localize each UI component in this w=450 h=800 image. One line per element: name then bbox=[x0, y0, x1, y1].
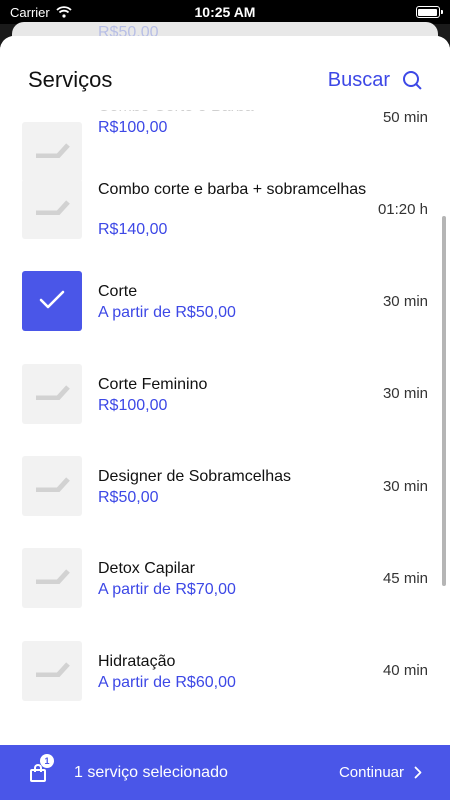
service-name: Designer de Sobramcelhas bbox=[98, 468, 291, 485]
continue-label: Continuar bbox=[338, 764, 404, 781]
cart-badge: 1 bbox=[40, 753, 54, 768]
service-row[interactable]: Combo corte e barba + sobramcelhas R$140… bbox=[0, 179, 450, 259]
service-price: A partir de R$70,00 bbox=[98, 581, 236, 598]
service-name: Corte Feminino bbox=[98, 376, 208, 393]
status-time: 10:25 AM bbox=[194, 4, 256, 20]
status-bar: Carrier 10:25 AM bbox=[0, 0, 450, 24]
services-sheet: Combo Corte e Barba R$100,00 50 min Comb… bbox=[0, 36, 450, 800]
service-duration: 30 min bbox=[382, 293, 428, 310]
service-duration: 01:20 h bbox=[377, 201, 428, 218]
service-row[interactable]: Combo Corte e Barba R$100,00 50 min bbox=[0, 98, 450, 188]
image-placeholder-icon bbox=[22, 179, 82, 239]
service-duration: 30 min bbox=[382, 478, 428, 495]
cart-icon[interactable]: 1 bbox=[28, 753, 54, 783]
image-placeholder-icon bbox=[22, 122, 82, 182]
service-name: Combo corte e barba + sobramcelhas bbox=[98, 181, 367, 198]
service-row[interactable]: Detox Capilar A partir de R$70,00 45 min bbox=[0, 548, 450, 628]
service-row[interactable]: Hidratação A partir de R$60,00 40 min bbox=[0, 641, 450, 721]
image-placeholder-icon bbox=[22, 456, 82, 516]
service-price: A partir de R$50,00 bbox=[98, 304, 236, 321]
service-row[interactable]: Designer de Sobramcelhas R$50,00 30 min bbox=[0, 456, 450, 536]
image-placeholder-icon bbox=[22, 548, 82, 608]
service-name: Hidratação bbox=[98, 653, 176, 670]
service-row[interactable]: Corte Feminino R$100,00 30 min bbox=[0, 364, 450, 444]
chevron-right-icon bbox=[414, 766, 422, 779]
sheet-header: Serviços Buscar bbox=[0, 36, 450, 110]
scrollbar[interactable] bbox=[442, 216, 446, 586]
continue-button[interactable]: Continuar bbox=[339, 764, 422, 781]
selected-count-text: 1 serviço selecionado bbox=[74, 763, 228, 781]
service-name: Detox Capilar bbox=[98, 560, 195, 577]
image-placeholder-icon bbox=[22, 364, 82, 424]
search-button-label: Buscar bbox=[327, 68, 390, 91]
service-row-selected[interactable]: Corte A partir de R$50,00 30 min bbox=[0, 271, 450, 351]
wifi-icon bbox=[56, 6, 72, 18]
service-price: R$100,00 bbox=[98, 397, 168, 414]
page-title: Serviços bbox=[28, 67, 113, 92]
service-price: R$140,00 bbox=[98, 221, 168, 238]
service-price: A partir de R$60,00 bbox=[98, 674, 236, 691]
search-button[interactable]: Buscar bbox=[328, 69, 422, 92]
service-name: Corte bbox=[98, 283, 138, 300]
battery-icon bbox=[415, 6, 443, 18]
carrier-label: Carrier bbox=[10, 4, 50, 20]
service-price: R$100,00 bbox=[98, 119, 168, 136]
selection-bar: 1 1 serviço selecionado Continuar bbox=[0, 745, 450, 800]
service-duration: 30 min bbox=[382, 385, 428, 402]
check-icon[interactable] bbox=[22, 271, 82, 331]
image-placeholder-icon bbox=[22, 641, 82, 701]
search-icon bbox=[402, 70, 422, 90]
service-price: R$50,00 bbox=[98, 489, 159, 506]
service-duration: 45 min bbox=[382, 570, 428, 587]
service-duration: 40 min bbox=[382, 662, 428, 679]
service-duration: 50 min bbox=[382, 109, 428, 126]
